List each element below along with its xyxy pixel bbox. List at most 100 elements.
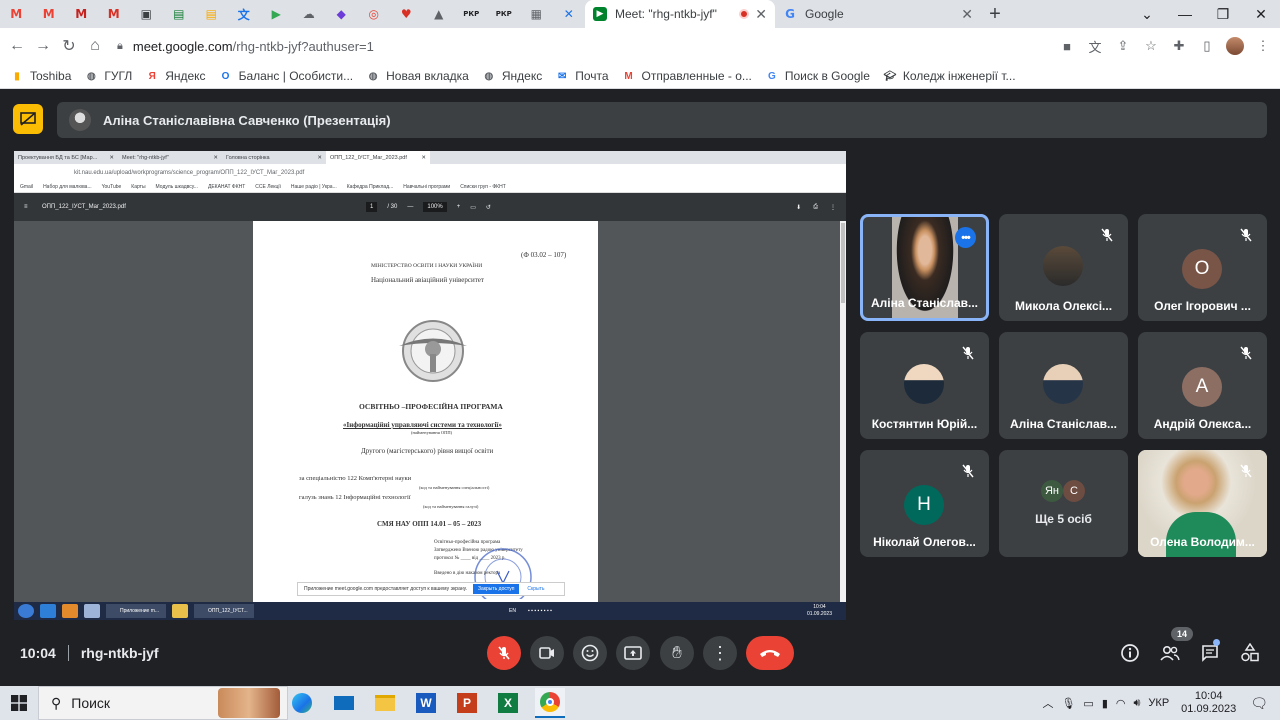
close-window-icon[interactable]: ✕	[1242, 0, 1280, 28]
star-icon[interactable]: ☆	[1142, 38, 1160, 54]
mic-off-icon	[1237, 462, 1255, 480]
stop-presenting-icon[interactable]	[13, 104, 43, 134]
bookmark-item[interactable]: ◍ Яндекс	[482, 69, 542, 83]
reactions-button[interactable]	[573, 636, 607, 670]
camera-toggle-button[interactable]	[530, 636, 564, 670]
pinned-tab[interactable]: M	[33, 0, 66, 28]
tab-meet[interactable]: ▶ Meet: "rhg-ntkb-jyf" ✕	[585, 0, 775, 28]
extensions-icon[interactable]: ✚	[1170, 38, 1188, 54]
participant-tile[interactable]: Олена Володим...	[1138, 450, 1267, 557]
pinned-tab[interactable]: ▲	[423, 0, 456, 28]
pinned-tab[interactable]: РКР	[488, 0, 521, 28]
pinned-tab[interactable]: ♥	[390, 0, 423, 28]
battery-icon[interactable]: ▮	[1102, 697, 1108, 710]
word-app[interactable]: W	[411, 688, 441, 718]
chevron-up-icon[interactable]: ︿	[1042, 695, 1053, 711]
tab-title: Google	[805, 7, 844, 21]
share-icon[interactable]: ⇪	[1114, 38, 1132, 54]
close-icon[interactable]: ✕	[961, 6, 973, 23]
participant-tile[interactable]: Микола Олексі...	[999, 214, 1128, 321]
clock[interactable]: 10:04 01.09.2023	[1181, 690, 1236, 716]
new-tab-button[interactable]: +	[981, 3, 1009, 26]
close-icon[interactable]: ✕	[755, 6, 767, 23]
pinned-tab[interactable]: ▣	[130, 0, 163, 28]
pinned-tab[interactable]: ▶	[260, 0, 293, 28]
pdf-page-input: 1	[366, 202, 378, 212]
pinned-tab[interactable]: ✕	[553, 0, 586, 28]
mic-toggle-button[interactable]	[487, 636, 521, 670]
more-options-icon[interactable]: •••	[955, 227, 976, 248]
close-icon: ✕	[317, 154, 322, 161]
mail-app[interactable]	[329, 688, 359, 718]
participant-tile[interactable]: А Андрій Олекса...	[1138, 332, 1267, 439]
participant-name: Костянтин Юрій...	[871, 417, 978, 431]
microphone-icon[interactable]: 🎙︎	[1061, 697, 1075, 710]
pinned-tab[interactable]: ▤	[163, 0, 196, 28]
pinned-tab[interactable]: ▦	[520, 0, 553, 28]
home-icon[interactable]: ⌂	[82, 37, 108, 55]
menu-icon[interactable]: ⋮	[1254, 38, 1272, 54]
tab-search-icon[interactable]: ⌄	[1128, 0, 1166, 28]
monitor-icon[interactable]: ▭	[1083, 697, 1093, 710]
bookmark-item[interactable]: G Поиск в Google	[765, 69, 870, 83]
pinned-tab[interactable]: M	[65, 0, 98, 28]
present-button[interactable]	[616, 636, 650, 670]
maximize-icon[interactable]: ❐	[1204, 0, 1242, 28]
notifications-icon[interactable]: 🗨︎	[1250, 695, 1268, 712]
bookmark-item[interactable]: M Отправленные - о...	[622, 69, 752, 83]
translate-icon[interactable]: 文	[1086, 37, 1104, 56]
profile-avatar[interactable]	[1226, 37, 1244, 55]
pinned-tab[interactable]: M	[0, 0, 33, 28]
lock-icon: 🔒︎	[117, 39, 123, 52]
forward-icon[interactable]: →	[30, 37, 56, 55]
wifi-icon[interactable]: ◠	[1116, 697, 1126, 710]
meeting-details-button[interactable]	[1118, 641, 1142, 665]
bookmark-item[interactable]: 🎓︎ Коледж інженерії т...	[883, 69, 1016, 83]
raise-hand-button[interactable]: ✋︎	[660, 636, 694, 670]
naurok-icon: ▶	[271, 7, 281, 21]
activities-button[interactable]	[1238, 641, 1262, 665]
pinned-tab[interactable]: M	[98, 0, 131, 28]
participant-tile[interactable]: Аліна Станіслав...	[999, 332, 1128, 439]
start-button[interactable]	[0, 686, 38, 720]
shared-address-bar: kit.nau.edu.ua/upload/workprograms/scien…	[14, 164, 846, 181]
bookmark-item[interactable]: Ο Баланс | Особисти...	[219, 69, 353, 83]
more-options-button[interactable]: ⋮	[703, 636, 737, 670]
address-bar[interactable]: 🔒︎ meet.google.com/rhg-ntkb-jyf?authuser…	[117, 32, 1052, 60]
pinned-tab[interactable]: ▤	[195, 0, 228, 28]
excel-app[interactable]: X	[493, 688, 523, 718]
pinned-tab[interactable]: 文	[228, 0, 261, 28]
minimize-icon[interactable]: —	[1166, 0, 1204, 28]
chrome-app[interactable]	[535, 688, 565, 718]
participant-tile[interactable]: Н Ніколай Олегов...	[860, 450, 989, 557]
pinned-tab[interactable]: ◎	[358, 0, 391, 28]
camera-icon[interactable]: ■	[1058, 39, 1076, 54]
powerpoint-app[interactable]: P	[452, 688, 482, 718]
participant-tile[interactable]: О Олег Ігорович ...	[1138, 214, 1267, 321]
taskbar-item: ОПП_122_ІУСТ...	[194, 604, 254, 618]
tab-google[interactable]: G Google ✕	[775, 0, 981, 28]
participant-tile[interactable]: Костянтин Юрій...	[860, 332, 989, 439]
language-indicator[interactable]: УКР	[1148, 697, 1169, 709]
people-button[interactable]	[1158, 641, 1182, 665]
bookmark-item[interactable]: ✉ Почта	[555, 69, 609, 83]
sidepanel-icon[interactable]: ▯	[1198, 38, 1216, 54]
bookmark-item[interactable]: ▮ Toshiba	[10, 69, 71, 83]
explorer-app[interactable]	[370, 688, 400, 718]
reload-icon[interactable]: ↻	[56, 36, 82, 56]
bookmark-item[interactable]: ◍ Новая вкладка	[366, 69, 469, 83]
pinned-tab[interactable]: РКР	[455, 0, 488, 28]
leave-call-button[interactable]	[746, 636, 794, 670]
volume-icon[interactable]: 🔊︎	[1133, 697, 1140, 710]
bookmark-label: Яндекс	[165, 69, 206, 83]
bookmark-item[interactable]: ◍ ГУГЛ	[84, 69, 132, 83]
pinned-tab[interactable]: ☁	[293, 0, 326, 28]
close-icon: ✕	[213, 154, 218, 161]
back-icon[interactable]: ←	[4, 37, 30, 55]
edge-app[interactable]	[287, 688, 317, 718]
participant-tile[interactable]: Аліна Станіслав... •••	[860, 214, 989, 321]
meeting-time: 10:04	[20, 645, 56, 661]
participant-tile[interactable]: Ян С Ще 5 осіб	[999, 450, 1128, 557]
bookmark-item[interactable]: Я Яндекс	[145, 69, 206, 83]
pinned-tab[interactable]: ◆	[325, 0, 358, 28]
